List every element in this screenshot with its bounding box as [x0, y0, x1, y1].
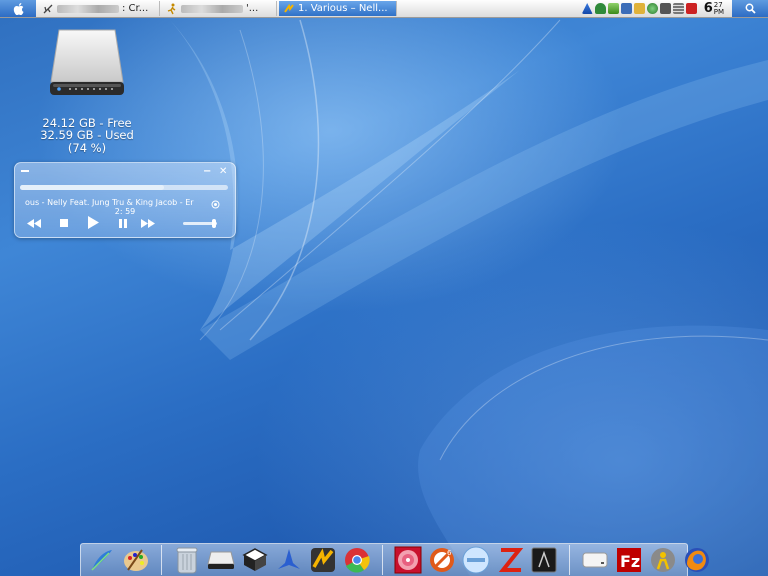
- dock-item-feather[interactable]: [87, 545, 117, 575]
- adobe-tray-icon[interactable]: [685, 3, 697, 14]
- spotlight-search-button[interactable]: [732, 0, 768, 17]
- firefox-icon: [685, 548, 709, 572]
- minimize-handle-icon[interactable]: [21, 170, 29, 172]
- seek-bar[interactable]: [20, 185, 228, 190]
- user-tray-icon[interactable]: [594, 3, 606, 14]
- top-menu-bar: : Cr... '... 1. Various – Nell... 6 27 PM: [0, 0, 768, 18]
- user-icon: [651, 548, 675, 572]
- list-tray-icon[interactable]: [672, 3, 684, 14]
- stop-icon: [60, 219, 68, 227]
- taskbar-item-winamp[interactable]: 1. Various – Nell...: [279, 1, 397, 16]
- stop-button[interactable]: [60, 219, 68, 227]
- player-minimize-button[interactable]: −: [203, 166, 211, 177]
- feather-task-icon: [43, 4, 53, 13]
- harddisk-icon: [207, 551, 235, 569]
- monitor-tray-icon[interactable]: [633, 3, 645, 14]
- dock-item-winamp[interactable]: [308, 545, 338, 575]
- pause-button[interactable]: [119, 219, 127, 228]
- messenger-tray-icon[interactable]: [607, 3, 619, 14]
- chrome-icon: [345, 548, 370, 573]
- recycle-app-icon: 6: [430, 548, 454, 572]
- system-tray: [581, 1, 698, 16]
- dock-separator: [382, 545, 383, 575]
- clock-hour: 6: [703, 1, 713, 16]
- winamp-icon: [311, 548, 335, 572]
- zip-icon: [498, 548, 523, 572]
- dock-item-zip[interactable]: [495, 545, 525, 575]
- search-icon: [745, 3, 756, 14]
- azureus-icon: [278, 549, 300, 569]
- dock-item-harddisk[interactable]: [206, 545, 236, 575]
- dock-separator: [161, 545, 162, 575]
- dock-item-terminal[interactable]: [529, 545, 559, 575]
- paint-palette-icon: [124, 549, 148, 571]
- dock-item-chrome[interactable]: [342, 545, 372, 575]
- rewind-button[interactable]: [27, 219, 41, 228]
- dock: 6 Fz: [80, 543, 709, 576]
- play-button[interactable]: [88, 216, 99, 229]
- terminal-icon: [531, 547, 557, 573]
- taskbar-item-2[interactable]: '...: [162, 1, 277, 16]
- dock-item-firefox[interactable]: [682, 545, 712, 575]
- winamp-task-icon: [284, 3, 294, 13]
- dock-item-azureus[interactable]: [274, 545, 304, 575]
- cd-burn-icon: [394, 546, 422, 574]
- azureus-tray-icon[interactable]: [581, 3, 593, 14]
- svg-text:Fz: Fz: [620, 552, 640, 571]
- volume-knob[interactable]: [211, 219, 216, 228]
- stack-box-icon: [242, 548, 268, 571]
- drive-percent-text: (74 %): [67, 140, 107, 155]
- harddrive-icon[interactable]: [45, 26, 129, 98]
- taskbar-item-1-label: : Cr...: [122, 3, 149, 14]
- player-close-button[interactable]: ✕: [219, 166, 227, 177]
- dock-item-user[interactable]: [648, 545, 678, 575]
- rewind-icon: [27, 219, 41, 228]
- battery-tray-icon[interactable]: [659, 3, 671, 14]
- drive-space-widget: 24.12 GB - Free 32.59 GB - Used (74 %): [40, 26, 134, 154]
- drive-mini-icon: [582, 552, 608, 568]
- dock-item-trash[interactable]: [172, 545, 202, 575]
- dock-item-filezilla[interactable]: Fz: [614, 545, 644, 575]
- globe-tray-icon[interactable]: [646, 3, 658, 14]
- dock-item-box[interactable]: [240, 545, 270, 575]
- pause-icon: [119, 219, 127, 228]
- taskbar-item-1[interactable]: : Cr...: [38, 1, 160, 16]
- runner-task-icon: [167, 3, 176, 14]
- apple-icon: [13, 2, 24, 15]
- forward-button[interactable]: [141, 219, 155, 228]
- network-tray-icon[interactable]: [620, 3, 632, 14]
- media-player-widget: − ✕ ous - Nelly Feat. Jung Tru & King Ja…: [14, 162, 236, 238]
- forward-icon: [141, 219, 155, 228]
- clock[interactable]: 6 27 PM: [704, 1, 724, 16]
- feather-icon: [91, 550, 112, 571]
- dock-item-paint[interactable]: [121, 545, 151, 575]
- taskbar-item-winamp-label: 1. Various – Nell...: [298, 3, 388, 14]
- wmp-icon: [462, 546, 490, 574]
- dock-separator: [569, 545, 570, 575]
- dock-item-cd-burn[interactable]: [393, 545, 423, 575]
- dock-item-wmp[interactable]: [461, 545, 491, 575]
- filezilla-icon: Fz: [617, 548, 641, 572]
- track-time: 2: 59: [114, 207, 136, 216]
- dock-item-recycle-app[interactable]: 6: [427, 545, 457, 575]
- track-title: ous - Nelly Feat. Jung Tru & King Jacob …: [25, 198, 194, 207]
- seek-bar-fill: [20, 185, 164, 190]
- dock-item-drive[interactable]: [580, 545, 610, 575]
- apple-menu-button[interactable]: [0, 0, 36, 17]
- svg-text:6: 6: [447, 549, 452, 557]
- play-icon: [88, 216, 99, 229]
- trash-icon: [176, 547, 198, 574]
- clock-ampm: PM: [713, 7, 724, 16]
- drive-used-text: 32.59 GB - Used: [40, 128, 134, 142]
- taskbar-item-2-label: '...: [246, 3, 259, 14]
